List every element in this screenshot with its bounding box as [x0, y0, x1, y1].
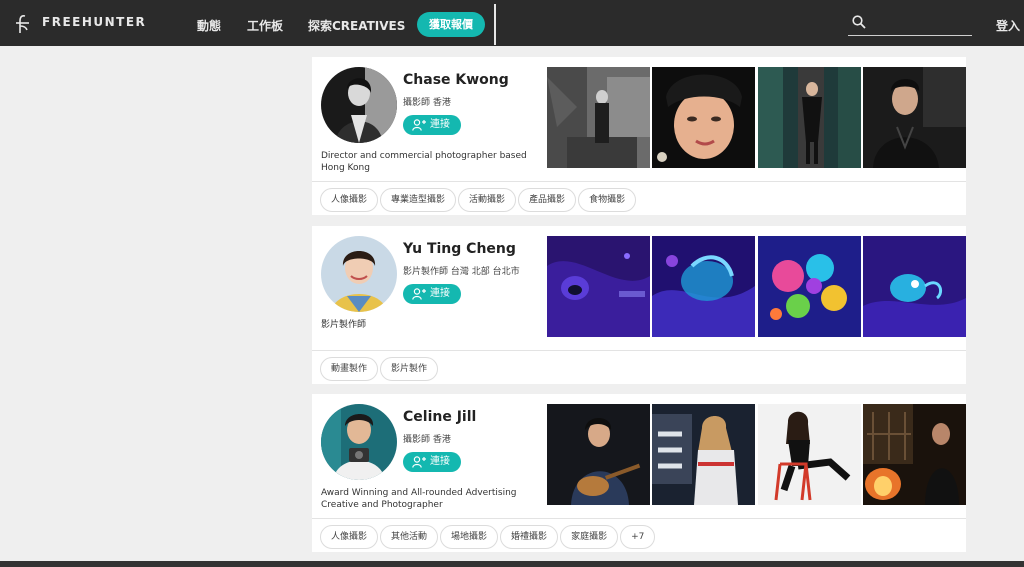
avatar[interactable] [321, 404, 397, 480]
creative-bio: Director and commercial photographer bas… [321, 151, 527, 173]
creative-card-header: Yu Ting Cheng 影片製作師 台灣 北部 台北市 連接 影片製作師 [312, 226, 966, 350]
creative-bio: 影片製作師 [321, 320, 367, 330]
portfolio-thumbnail[interactable] [863, 404, 966, 505]
skill-tag[interactable]: 食物攝影 [578, 188, 637, 212]
skill-tag[interactable]: 家庭攝影 [560, 525, 619, 549]
card-divider [312, 350, 966, 351]
skill-tag[interactable]: 人像攝影 [320, 188, 379, 212]
portfolio-thumbnail[interactable] [652, 236, 755, 337]
creative-name[interactable]: Celine Jill [403, 409, 476, 425]
skill-tag[interactable]: 產品攝影 [518, 188, 577, 212]
skill-tag[interactable]: 動畫製作 [320, 357, 379, 381]
creative-bio: Award Winning and All-rounded Advertisin… [321, 488, 517, 510]
skill-tag[interactable]: 專業造型攝影 [380, 188, 457, 212]
nav-link-explore-creatives[interactable]: 探索CREATIVES [308, 17, 405, 34]
skill-tags: 人像攝影 專業造型攝影 活動攝影 產品攝影 食物攝影 [320, 187, 638, 212]
creative-name[interactable]: Yu Ting Cheng [403, 241, 516, 257]
skill-tag[interactable]: 影片製作 [380, 357, 439, 381]
connect-button[interactable]: 連接 [403, 452, 461, 472]
creative-card: Yu Ting Cheng 影片製作師 台灣 北部 台北市 連接 影片製作師 動… [312, 226, 966, 384]
brand-name[interactable]: FREEHUNTER [42, 15, 146, 29]
skill-tag[interactable]: 場地攝影 [440, 525, 499, 549]
search-icon[interactable] [852, 15, 866, 29]
skill-tag[interactable]: 婚禮攝影 [500, 525, 559, 549]
add-user-icon [412, 119, 426, 131]
skill-tag[interactable]: 其他活動 [380, 525, 439, 549]
portfolio-thumbnail[interactable] [863, 236, 966, 337]
search-input[interactable] [872, 13, 968, 33]
login-link[interactable]: 登入 [996, 17, 1020, 34]
portfolio-thumbnail[interactable] [547, 236, 650, 337]
top-navigation-bar: FREEHUNTER 動態 工作板 探索CREATIVES 獲取報價 登入 [0, 0, 1024, 46]
nav-link-feed[interactable]: 動態 [197, 17, 221, 34]
bottom-strip [0, 561, 1024, 567]
creative-role-location: 攝影師 香港 [403, 98, 451, 108]
connect-button-label: 連接 [430, 456, 450, 467]
skill-tag[interactable]: 人像攝影 [320, 525, 379, 549]
add-user-icon [412, 288, 426, 300]
creative-card: Celine Jill 攝影師 香港 連接 Award Winning and … [312, 394, 966, 552]
portfolio-thumbnail[interactable] [758, 404, 861, 505]
portfolio-thumbnail[interactable] [758, 67, 861, 168]
creative-card: Chase Kwong 攝影師 香港 連接 Director and comme… [312, 57, 966, 215]
portfolio-thumbnail[interactable] [863, 67, 966, 168]
get-quote-button[interactable]: 獲取報價 [417, 12, 485, 37]
portfolio-thumbnail[interactable] [652, 67, 755, 168]
portfolio-thumbnail[interactable] [547, 404, 650, 505]
creative-name[interactable]: Chase Kwong [403, 72, 509, 88]
portfolio-thumbnail[interactable] [547, 67, 650, 168]
skill-tags: 人像攝影 其他活動 場地攝影 婚禮攝影 家庭攝影 +7 [320, 524, 657, 549]
skill-tag[interactable]: 活動攝影 [458, 188, 517, 212]
skill-tags: 動畫製作 影片製作 [320, 356, 440, 381]
portfolio-thumbnail[interactable] [758, 236, 861, 337]
creative-card-header: Chase Kwong 攝影師 香港 連接 Director and comme… [312, 57, 966, 181]
creative-card-header: Celine Jill 攝影師 香港 連接 Award Winning and … [312, 394, 966, 518]
add-user-icon [412, 456, 426, 468]
nav-link-job-board[interactable]: 工作板 [247, 17, 283, 34]
card-divider [312, 518, 966, 519]
creative-role-location: 攝影師 香港 [403, 435, 451, 445]
creative-role-location: 影片製作師 台灣 北部 台北市 [403, 267, 520, 277]
freehunter-logo-icon[interactable] [14, 14, 32, 34]
connect-button-label: 連接 [430, 288, 450, 299]
search-underline [848, 35, 972, 36]
card-divider [312, 181, 966, 182]
avatar[interactable] [321, 67, 397, 143]
nav-divider [494, 4, 496, 45]
connect-button-label: 連接 [430, 119, 450, 130]
more-tags-count[interactable]: +7 [620, 525, 656, 549]
connect-button[interactable]: 連接 [403, 115, 461, 135]
portfolio-thumbnail[interactable] [652, 404, 755, 505]
avatar[interactable] [321, 236, 397, 312]
connect-button[interactable]: 連接 [403, 284, 461, 304]
